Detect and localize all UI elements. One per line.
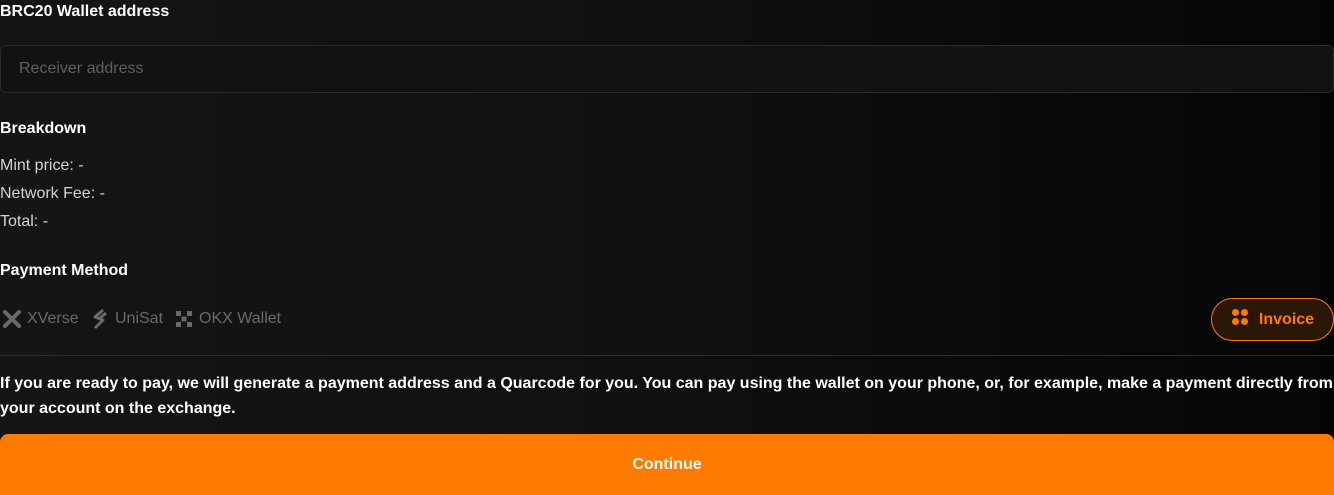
receiver-address-input[interactable] — [0, 45, 1334, 93]
invoice-button[interactable]: Invoice — [1211, 298, 1334, 341]
payment-option-label: UniSat — [115, 310, 164, 327]
payment-option-label: XVerse — [27, 310, 79, 327]
payment-option-unisat[interactable]: UniSat — [91, 308, 163, 330]
four-dots-icon — [1231, 308, 1249, 331]
total-text: Total: - — [0, 213, 49, 230]
wallet-address-title: BRC20 Wallet address — [0, 3, 170, 20]
breakdown-heading: Breakdown — [0, 120, 87, 137]
payment-option-okx[interactable]: OKX Wallet — [175, 308, 281, 330]
unisat-icon — [91, 308, 109, 330]
divider — [0, 355, 1334, 356]
continue-button[interactable]: Continue — [0, 434, 1334, 495]
network-fee-text: Network Fee: - — [0, 185, 105, 202]
mint-price-text: Mint price: - — [0, 157, 84, 174]
xverse-icon — [3, 310, 21, 328]
payment-option-xverse[interactable]: XVerse — [3, 308, 79, 330]
invoice-label: Invoice — [1258, 310, 1315, 328]
payment-method-heading: Payment Method — [0, 262, 129, 279]
payment-notice: If you are ready to pay, we will generat… — [0, 375, 1333, 417]
okx-icon — [175, 310, 193, 328]
payment-option-label: OKX Wallet — [199, 310, 282, 327]
